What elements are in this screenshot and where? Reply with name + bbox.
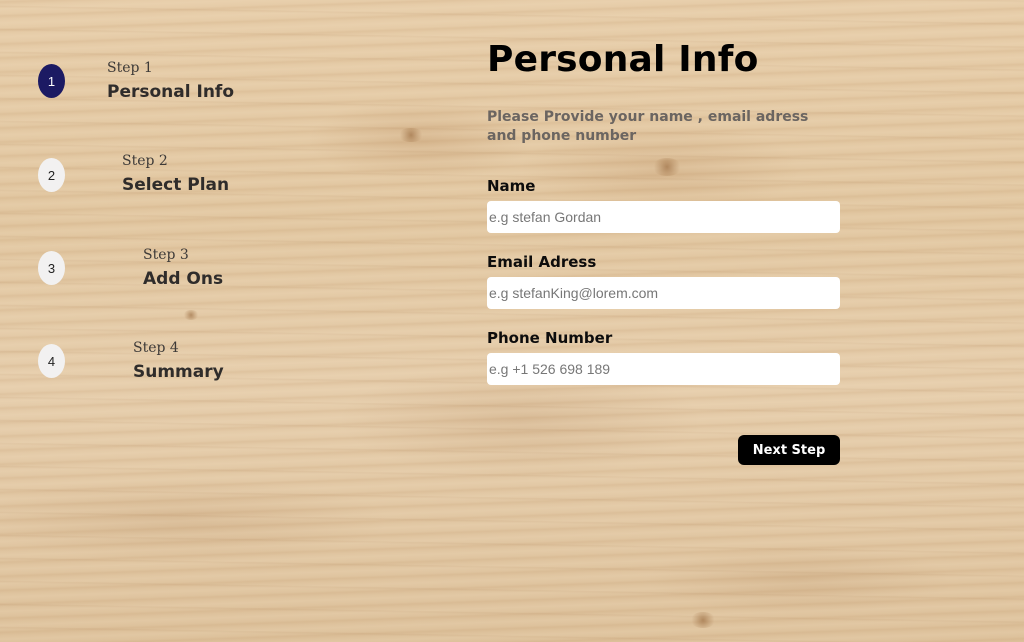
name-input[interactable] — [487, 201, 840, 233]
step-kicker: Step 3 — [143, 247, 189, 263]
step-title: Select Plan — [122, 175, 230, 195]
step-number-badge[interactable]: 4 — [38, 344, 65, 378]
name-field-group: Name — [487, 177, 840, 233]
personal-info-form: Personal Info Please Provide your name ,… — [487, 38, 840, 385]
step-number-badge[interactable]: 3 — [38, 251, 65, 285]
step-title: Summary — [133, 362, 224, 382]
phone-label: Phone Number — [487, 329, 613, 347]
step-title: Add Ons — [143, 269, 224, 289]
email-input[interactable] — [487, 277, 840, 309]
wood-knot — [183, 310, 199, 320]
form-subtitle: Please Provide your name , email adress … — [487, 109, 809, 144]
step-kicker: Step 1 — [107, 60, 153, 76]
wood-knot — [398, 128, 424, 142]
sidebar-step-add-ons[interactable]: 3 Step 3 Add Ons — [0, 247, 240, 289]
step-kicker: Step 2 — [122, 153, 168, 169]
phone-input[interactable] — [487, 353, 840, 385]
page-title: Personal Info — [487, 39, 759, 80]
step-title: Personal Info — [107, 82, 234, 102]
email-field-group: Email Adress — [487, 253, 840, 309]
wood-knot — [690, 612, 716, 628]
sidebar-step-select-plan[interactable]: 2 Step 2 Select Plan — [0, 153, 240, 196]
email-label: Email Adress — [487, 253, 597, 271]
name-label: Name — [487, 177, 536, 195]
step-kicker: Step 4 — [133, 340, 179, 356]
next-step-button[interactable]: Next Step — [738, 435, 840, 465]
sidebar-step-summary[interactable]: 4 Step 4 Summary — [0, 340, 240, 382]
phone-field-group: Phone Number — [487, 329, 840, 385]
sidebar-step-personal-info[interactable]: 1 Step 1 Personal Info — [0, 60, 240, 102]
step-number-badge[interactable]: 1 — [38, 64, 65, 98]
step-number-badge[interactable]: 2 — [38, 158, 65, 192]
